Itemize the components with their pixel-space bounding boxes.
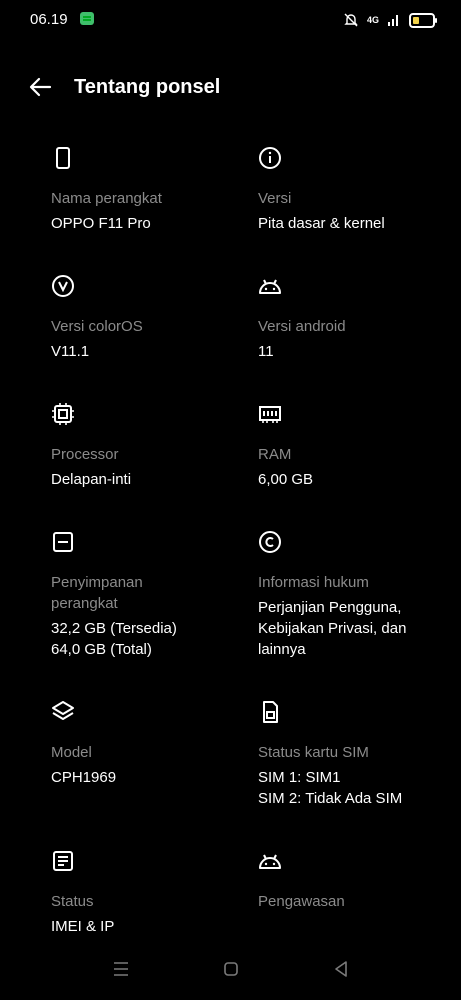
android-icon xyxy=(259,279,281,294)
android-icon xyxy=(259,854,281,869)
menu-icon xyxy=(114,962,128,976)
item-value: Delapan-inti xyxy=(51,471,132,488)
item-ram[interactable]: RAM 6,00 GB xyxy=(258,402,458,490)
info-icon xyxy=(259,147,281,169)
item-version[interactable]: Versi Pita dasar & kernel xyxy=(258,146,458,234)
ram-icon xyxy=(259,406,281,423)
item-coloros-version[interactable]: Versi colorOS V11.1 xyxy=(51,274,251,362)
item-value: 11 xyxy=(258,343,274,360)
item-value: CPH1969 xyxy=(51,769,117,786)
signal-icon xyxy=(388,15,398,26)
mute-icon xyxy=(344,13,358,27)
item-label: Processor xyxy=(51,446,119,463)
item-value: 32,2 GB (Tersedia) 64,0 GB (Total) xyxy=(51,620,177,658)
battery-icon xyxy=(409,12,437,28)
item-label: Penyimpanan perangkat xyxy=(51,574,143,612)
item-legal-info[interactable]: Informasi hukum Perjanjian Pengguna, Keb… xyxy=(258,530,458,660)
sim-icon xyxy=(263,701,278,723)
item-value: Pita dasar & kernel xyxy=(258,215,385,232)
copyright-icon xyxy=(259,531,281,553)
back-button[interactable] xyxy=(26,74,54,100)
document-icon xyxy=(53,851,73,871)
item-label: Status kartu SIM xyxy=(258,744,369,761)
item-value: 6,00 GB xyxy=(258,471,314,488)
item-label: Informasi hukum xyxy=(258,574,369,591)
item-model[interactable]: Model CPH1969 xyxy=(51,700,251,788)
cpu-icon xyxy=(52,403,74,425)
item-android-version[interactable]: Versi android 11 xyxy=(258,274,458,362)
item-value: OPPO F11 Pro xyxy=(51,215,151,232)
item-label: Versi android xyxy=(258,318,346,335)
item-value: Perjanjian Pengguna, Kebijakan Privasi, … xyxy=(258,599,407,658)
item-label: Versi colorOS xyxy=(51,318,143,335)
item-label: Model xyxy=(51,744,92,761)
item-status[interactable]: Status IMEI & IP xyxy=(51,849,251,937)
page-title: Tentang ponsel xyxy=(74,76,221,98)
header: Tentang ponsel xyxy=(0,64,461,110)
item-device-name[interactable]: Nama perangkat OPPO F11 Pro xyxy=(51,146,251,234)
item-value: SIM 1: SIM1 SIM 2: Tidak Ada SIM xyxy=(258,769,403,807)
item-label: Nama perangkat xyxy=(51,190,162,207)
nav-back-button[interactable] xyxy=(326,954,356,984)
item-label: Pengawasan xyxy=(258,893,345,910)
status-bar: 06.19 4G xyxy=(0,0,461,40)
recents-button[interactable] xyxy=(106,954,136,984)
back-triangle-icon xyxy=(335,961,347,977)
item-value: IMEI & IP xyxy=(51,918,115,935)
item-sim-status[interactable]: Status kartu SIM SIM 1: SIM1 SIM 2: Tida… xyxy=(258,700,458,809)
layers-icon xyxy=(52,701,74,720)
item-storage[interactable]: Penyimpanan perangkat 32,2 GB (Tersedia)… xyxy=(51,530,251,660)
item-processor[interactable]: Processor Delapan-inti xyxy=(51,402,251,490)
item-label: Status xyxy=(51,893,94,910)
coloros-icon xyxy=(52,275,74,297)
message-notification-icon xyxy=(80,12,94,25)
status-icons: 4G xyxy=(343,10,437,30)
arrow-left-icon xyxy=(29,77,52,97)
item-value: V11.1 xyxy=(51,343,90,360)
home-button[interactable] xyxy=(216,954,246,984)
status-time: 06.19 xyxy=(30,11,68,28)
phone-icon xyxy=(56,147,70,169)
home-icon xyxy=(224,962,238,976)
item-monitoring[interactable]: Pengawasan xyxy=(258,849,458,916)
navigation-bar xyxy=(0,940,461,1000)
storage-icon xyxy=(53,532,73,552)
network-type: 4G xyxy=(366,15,379,25)
item-label: Versi xyxy=(258,190,292,207)
item-label: RAM xyxy=(258,446,292,463)
